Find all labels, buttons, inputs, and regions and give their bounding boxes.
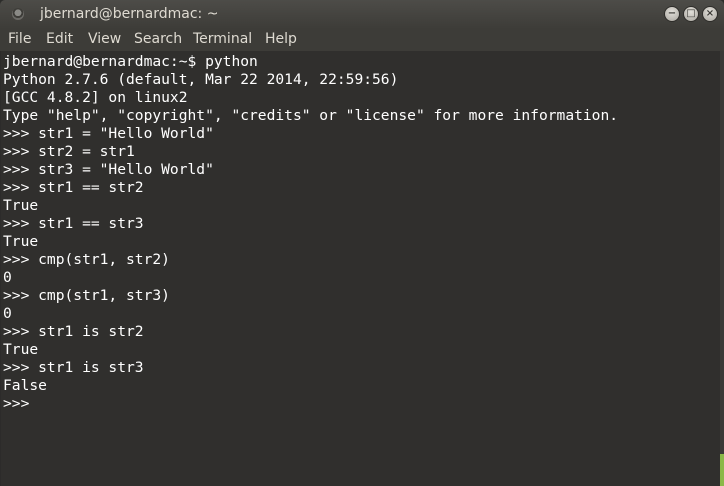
terminal-line: jbernard@bernardmac:~$ python — [3, 53, 258, 70]
menu-view[interactable]: View — [88, 31, 121, 47]
menu-file[interactable]: File — [8, 31, 31, 47]
terminal-line: True — [3, 341, 39, 358]
terminal-line: >>> str1 = "Hello World" — [3, 125, 214, 142]
scrollbar-thumb[interactable] — [720, 454, 724, 486]
terminal-line: Python 2.7.6 (default, Mar 22 2014, 22:5… — [3, 71, 399, 88]
terminal-line: >>> str2 = str1 — [3, 143, 135, 160]
menu-search[interactable]: Search — [134, 31, 182, 47]
terminal-line: >>> str3 = "Hello World" — [3, 161, 214, 178]
terminal-line: 0 — [3, 269, 12, 286]
terminal-window: jbernard@bernardmac: ~ − □ × File Edit V… — [0, 0, 724, 486]
terminal-line: Type "help", "copyright", "credits" or "… — [3, 107, 619, 124]
close-button[interactable]: × — [702, 6, 718, 22]
terminal-line: >>> str1 == str2 — [3, 179, 144, 196]
terminal-lines: jbernard@bernardmac:~$ python Python 2.7.… — [3, 53, 618, 413]
menu-edit[interactable]: Edit — [46, 31, 73, 47]
maximize-button[interactable]: □ — [683, 6, 699, 22]
window-title: jbernard@bernardmac: ~ — [40, 6, 219, 22]
terminal-line: [GCC 4.8.2] on linux2 — [3, 89, 188, 106]
terminal-line: >>> str1 == str3 — [3, 215, 144, 232]
terminal-line: >>> — [3, 395, 39, 412]
terminal-line: True — [3, 197, 39, 214]
terminal-app-icon — [12, 8, 24, 20]
terminal-line: 0 — [3, 305, 12, 322]
window-controls: − □ × — [664, 6, 718, 22]
minimize-button[interactable]: − — [664, 6, 680, 22]
menu-terminal[interactable]: Terminal — [193, 31, 252, 47]
terminal-line: >>> cmp(str1, str3) — [3, 287, 170, 304]
scrollbar[interactable] — [720, 51, 724, 486]
menu-help[interactable]: Help — [265, 31, 297, 47]
terminal-line: >>> str1 is str2 — [3, 323, 144, 340]
terminal-line: >>> str1 is str3 — [3, 359, 144, 376]
terminal-output[interactable]: jbernard@bernardmac:~$ python Python 2.7.… — [0, 51, 721, 486]
menu-bar: File Edit View Search Terminal Help — [0, 29, 724, 51]
terminal-line: >>> cmp(str1, str2) — [3, 251, 170, 268]
terminal-line: True — [3, 233, 39, 250]
title-bar[interactable]: jbernard@bernardmac: ~ − □ × — [0, 0, 724, 29]
terminal-line: False — [3, 377, 47, 394]
